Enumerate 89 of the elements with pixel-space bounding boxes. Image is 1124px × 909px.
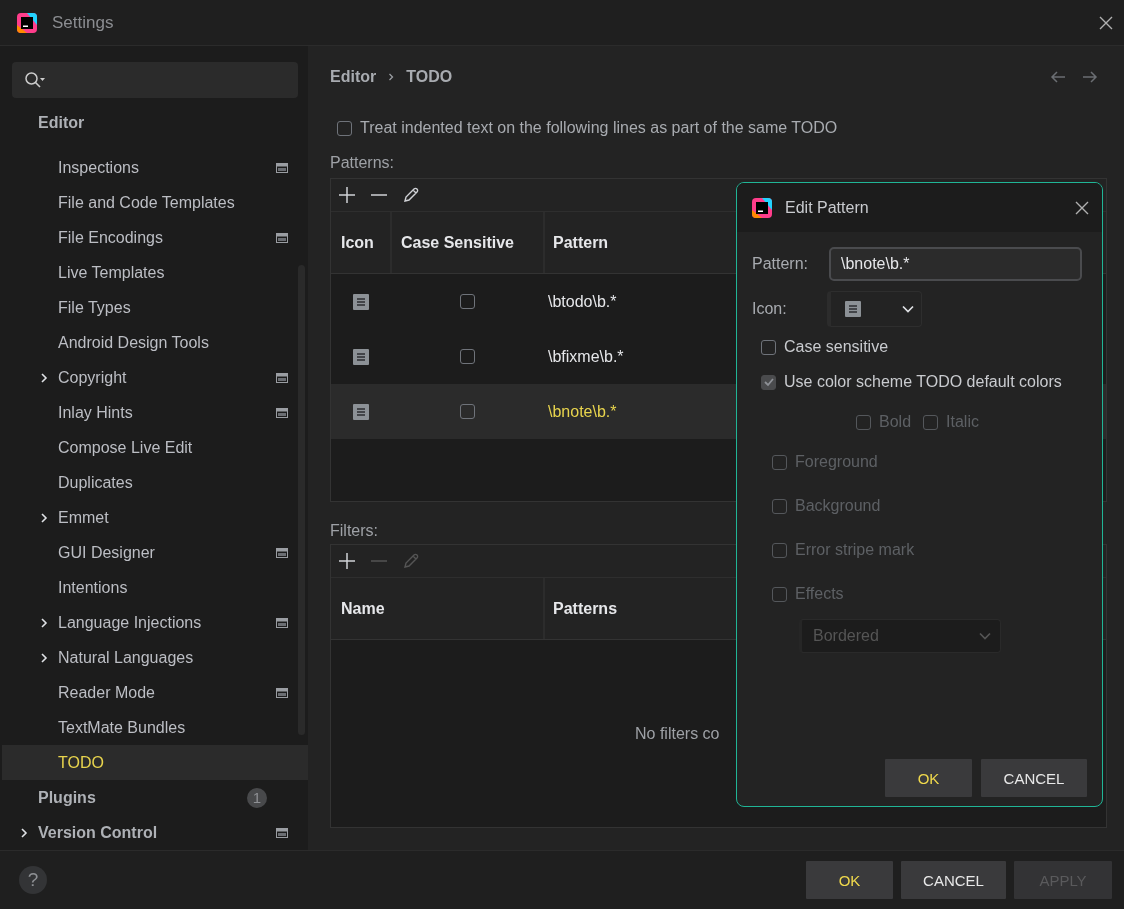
sidebar-item[interactable]: GUI Designer <box>0 535 308 570</box>
checkbox-label: Case sensitive <box>784 338 889 356</box>
sidebar-item[interactable]: File and Code Templates <box>0 185 308 220</box>
section-label: Filters: <box>330 521 379 541</box>
checkbox-label: Foreground <box>795 453 878 471</box>
note-icon <box>352 348 369 365</box>
sidebar-item[interactable]: Language Injections <box>0 605 308 640</box>
sidebar-section[interactable]: Plugins 1 <box>0 780 308 815</box>
sidebar-item[interactable]: Inlay Hints <box>0 395 308 430</box>
table-cell: \bfixme\b.* <box>548 347 624 366</box>
close-icon[interactable] <box>1098 14 1114 31</box>
note-icon <box>352 293 369 310</box>
window-icon <box>276 162 288 173</box>
icon-dropdown[interactable] <box>827 291 922 327</box>
sidebar-item[interactable]: Reader Mode <box>0 675 308 710</box>
note-icon <box>352 403 369 420</box>
button[interactable]: OK <box>806 861 893 899</box>
button[interactable]: CANCEL <box>981 759 1087 797</box>
forward-arrow-icon[interactable] <box>1082 70 1098 84</box>
pattern-field[interactable]: \bnote\b.* <box>829 247 1082 281</box>
app-logo-icon <box>751 196 773 219</box>
sidebar-section[interactable]: Version Control <box>0 815 308 850</box>
note-icon <box>845 301 861 317</box>
search-field[interactable] <box>12 62 298 98</box>
add-icon[interactable] <box>338 552 356 570</box>
window-icon <box>276 407 288 418</box>
column-header[interactable]: Patterns <box>553 599 618 618</box>
sidebar-item[interactable]: File Encodings <box>0 220 308 255</box>
column-header[interactable]: Icon <box>341 233 374 252</box>
empty-message: No filters co <box>635 724 720 743</box>
window-icon <box>276 547 288 558</box>
checkbox[interactable] <box>761 374 776 390</box>
checkbox-label: Background <box>795 497 881 515</box>
count-badge: 1 <box>247 787 267 808</box>
checkbox[interactable] <box>337 120 352 136</box>
button[interactable]: CANCEL <box>901 861 1006 899</box>
window-icon <box>276 232 288 243</box>
field-label: Icon: <box>752 300 788 318</box>
sidebar-item[interactable]: TextMate Bundles <box>0 710 308 745</box>
sidebar-item[interactable]: Copyright <box>0 360 308 395</box>
sidebar-item[interactable]: Intentions <box>0 570 308 605</box>
checkbox-label: Error stripe mark <box>795 541 915 559</box>
back-arrow-icon[interactable] <box>1050 70 1066 84</box>
chevron-right-icon[interactable] <box>40 371 48 384</box>
app-logo-icon <box>16 11 38 34</box>
chevron-right-icon[interactable] <box>40 651 48 664</box>
sidebar-section[interactable]: Editor <box>0 105 308 140</box>
window-icon <box>276 372 288 383</box>
checkbox-label: Effects <box>795 585 844 603</box>
button[interactable]: OK <box>885 759 972 797</box>
field-label: Pattern: <box>752 255 810 273</box>
checkbox[interactable] <box>460 349 475 364</box>
sidebar-item[interactable]: Live Templates <box>0 255 308 290</box>
add-icon[interactable] <box>338 186 356 204</box>
window-icon <box>276 827 288 838</box>
close-icon[interactable] <box>1074 199 1090 216</box>
column-header[interactable]: Case Sensitive <box>401 233 514 252</box>
breadcrumb-item[interactable]: TODO <box>406 68 453 86</box>
window-title: Settings <box>52 12 114 33</box>
checkbox[interactable] <box>460 294 475 309</box>
window-icon <box>276 687 288 698</box>
checkbox[interactable] <box>460 404 475 419</box>
window-icon <box>276 617 288 628</box>
dialog-title: Edit Pattern <box>785 198 869 217</box>
sidebar-item[interactable]: Duplicates <box>0 465 308 500</box>
chevron-right-icon[interactable] <box>40 616 48 629</box>
sidebar-item[interactable]: Compose Live Edit <box>0 430 308 465</box>
sidebar-item[interactable]: Android Design Tools <box>0 325 308 360</box>
table-cell: \bnote\b.* <box>548 402 617 421</box>
sidebar-item[interactable]: Emmet <box>0 500 308 535</box>
checkbox-label: Treat indented text on the following lines as part of the same TODO <box>360 119 838 137</box>
edit-icon[interactable] <box>402 186 420 204</box>
table-cell: \btodo\b.* <box>548 292 617 311</box>
checkbox[interactable] <box>761 339 776 355</box>
sidebar-item[interactable]: File Types <box>0 290 308 325</box>
column-header[interactable]: Pattern <box>553 233 609 252</box>
sidebar-item[interactable]: TODO <box>2 745 308 780</box>
chevron-right-icon[interactable] <box>20 826 28 839</box>
checkbox-label: Bold <box>879 413 912 431</box>
help-button[interactable]: ? <box>19 866 47 894</box>
search-icon[interactable] <box>24 71 46 89</box>
chevron-right-icon[interactable] <box>40 511 48 524</box>
sidebar-item[interactable]: Natural Languages <box>0 640 308 675</box>
sidebar-item[interactable]: Inspections <box>0 150 308 185</box>
checkbox-label: Italic <box>946 413 979 431</box>
section-label: Patterns: <box>330 153 396 173</box>
chevron-right-icon <box>388 72 395 82</box>
breadcrumb-item[interactable]: Editor <box>330 68 377 86</box>
column-header[interactable]: Name <box>341 599 385 618</box>
